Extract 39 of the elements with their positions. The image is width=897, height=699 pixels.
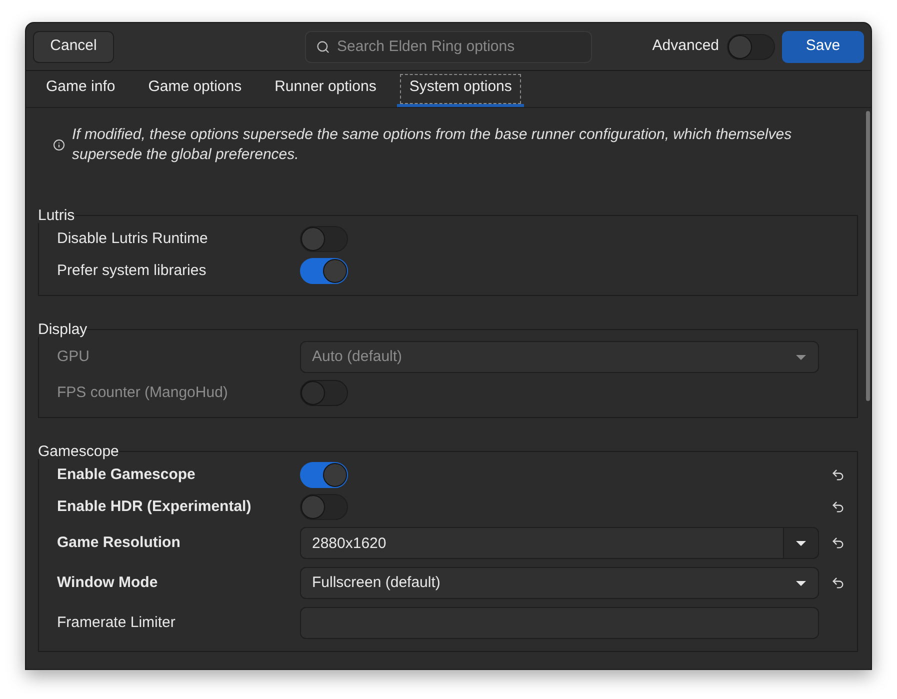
cancel-button[interactable]: Cancel <box>33 30 114 62</box>
advanced-switch[interactable] <box>727 34 775 60</box>
tab[interactable]: Runner options <box>262 71 388 107</box>
option-label: Framerate Limiter <box>57 612 176 633</box>
info-icon <box>53 139 65 151</box>
tab[interactable]: Game options <box>136 71 254 107</box>
toggle-switch[interactable] <box>300 226 348 252</box>
advanced-label: Advanced <box>652 36 719 56</box>
dropdown-button[interactable] <box>784 527 819 559</box>
toggle-switch[interactable] <box>300 258 348 284</box>
reset-icon[interactable] <box>831 500 845 514</box>
option-label: Disable Lutris Runtime <box>57 228 209 249</box>
frame-title: Display <box>38 322 88 337</box>
text-field[interactable]: 2880x1620 <box>300 527 784 559</box>
option-label: GPU <box>57 346 91 367</box>
reset-icon[interactable] <box>831 468 845 482</box>
tab[interactable]: Game info <box>34 71 128 107</box>
option-label: Enable HDR (Experimental) <box>57 496 252 517</box>
reset-icon[interactable] <box>831 576 845 590</box>
dropdown[interactable]: Fullscreen (default) <box>300 567 819 599</box>
search-field[interactable]: Search Elden Ring options <box>305 30 592 62</box>
toggle-switch[interactable] <box>300 494 348 520</box>
frame-title: Gamescope <box>38 444 119 459</box>
dropdown-arrow-icon <box>796 354 806 360</box>
dropdown-arrow-icon <box>796 580 806 586</box>
notice-text: If modified, these options supersede the same options from the base runner configuration, which themselves supersede the global preferences. <box>72 125 793 165</box>
search-icon <box>316 40 330 54</box>
save-button[interactable]: Save <box>782 30 864 62</box>
scrollbar-thumb[interactable] <box>866 111 870 401</box>
reset-icon[interactable] <box>831 536 845 550</box>
toggle-switch[interactable] <box>300 462 348 488</box>
option-label: Window Mode <box>57 572 159 593</box>
option-label: Prefer system libraries <box>57 260 208 281</box>
option-label: FPS counter (MangoHud) <box>57 382 229 403</box>
option-label: Enable Gamescope <box>57 464 196 485</box>
dropdown-arrow-icon <box>796 540 806 546</box>
option-label: Game Resolution <box>57 532 182 553</box>
tab[interactable]: System options <box>397 71 524 107</box>
frame-title: Lutris <box>38 208 75 223</box>
